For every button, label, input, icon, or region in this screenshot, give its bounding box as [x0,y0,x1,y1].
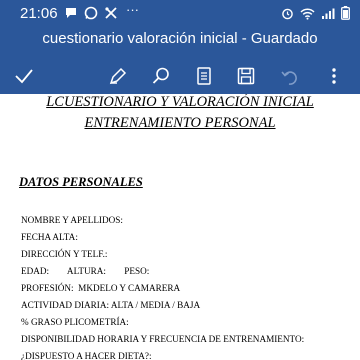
wifi-icon [300,7,315,25]
check-icon[interactable] [12,64,36,88]
messages-icon [64,6,78,20]
status-bar: 21:06 ··· [0,0,360,26]
field-body-fat: % GRASO PLICOMETRÍA: [21,317,129,327]
more-notifications: ··· [126,2,139,17]
personal-data-fields: NOMBRE Y APELLIDOS: FECHA ALTA: DIRECCIÓ… [21,212,356,360]
document-heading-line1: LCUESTIONARIO Y VALORACIÓN INICIAL [46,94,314,110]
field-diet: ¿DISPUESTO A HACER DIETA?: [21,351,152,360]
field-name: NOMBRE Y APELLIDOS: [21,215,123,225]
toolbar [0,62,360,90]
field-profession: PROFESIÓN: MKDELO Y CAMARERA [21,283,181,293]
pen-icon[interactable] [106,64,130,88]
field-start-date: FECHA ALTA: [21,232,78,242]
battery-icon [341,6,350,25]
undo-icon[interactable] [278,64,302,88]
alarm-icon [281,7,294,25]
document-page: LCUESTIONARIO Y VALORACIÓN INICIAL ENTRE… [0,94,360,360]
document-title: cuestionario valoración inicial - Guarda… [42,30,318,47]
field-address-phone: DIRECCIÓN Y TELF.: [21,249,108,259]
field-availability: DISPONIBILIDAD HORARIA Y FRECUENCIA DE E… [21,334,305,344]
read-mode-icon[interactable] [192,64,216,88]
signal-icon [321,7,335,25]
field-daily-activity: ACTIVIDAD DIARIA: ALTA / MEDIA / BAJA [21,300,201,310]
status-time: 21:06 [20,5,58,22]
more-options-icon[interactable] [322,64,346,88]
save-icon[interactable] [234,64,258,88]
document-heading-line2: ENTRENAMIENTO PERSONAL [84,115,276,131]
app-header: 21:06 ··· cuestionario valoración inicia… [0,0,360,94]
section-title: DATOS PERSONALES [19,175,143,189]
field-age-height-weight: EDAD: ALTURA: PESO: [21,266,150,276]
whatsapp-icon [84,6,98,20]
tools-icon [104,6,118,20]
search-icon[interactable] [149,64,173,88]
